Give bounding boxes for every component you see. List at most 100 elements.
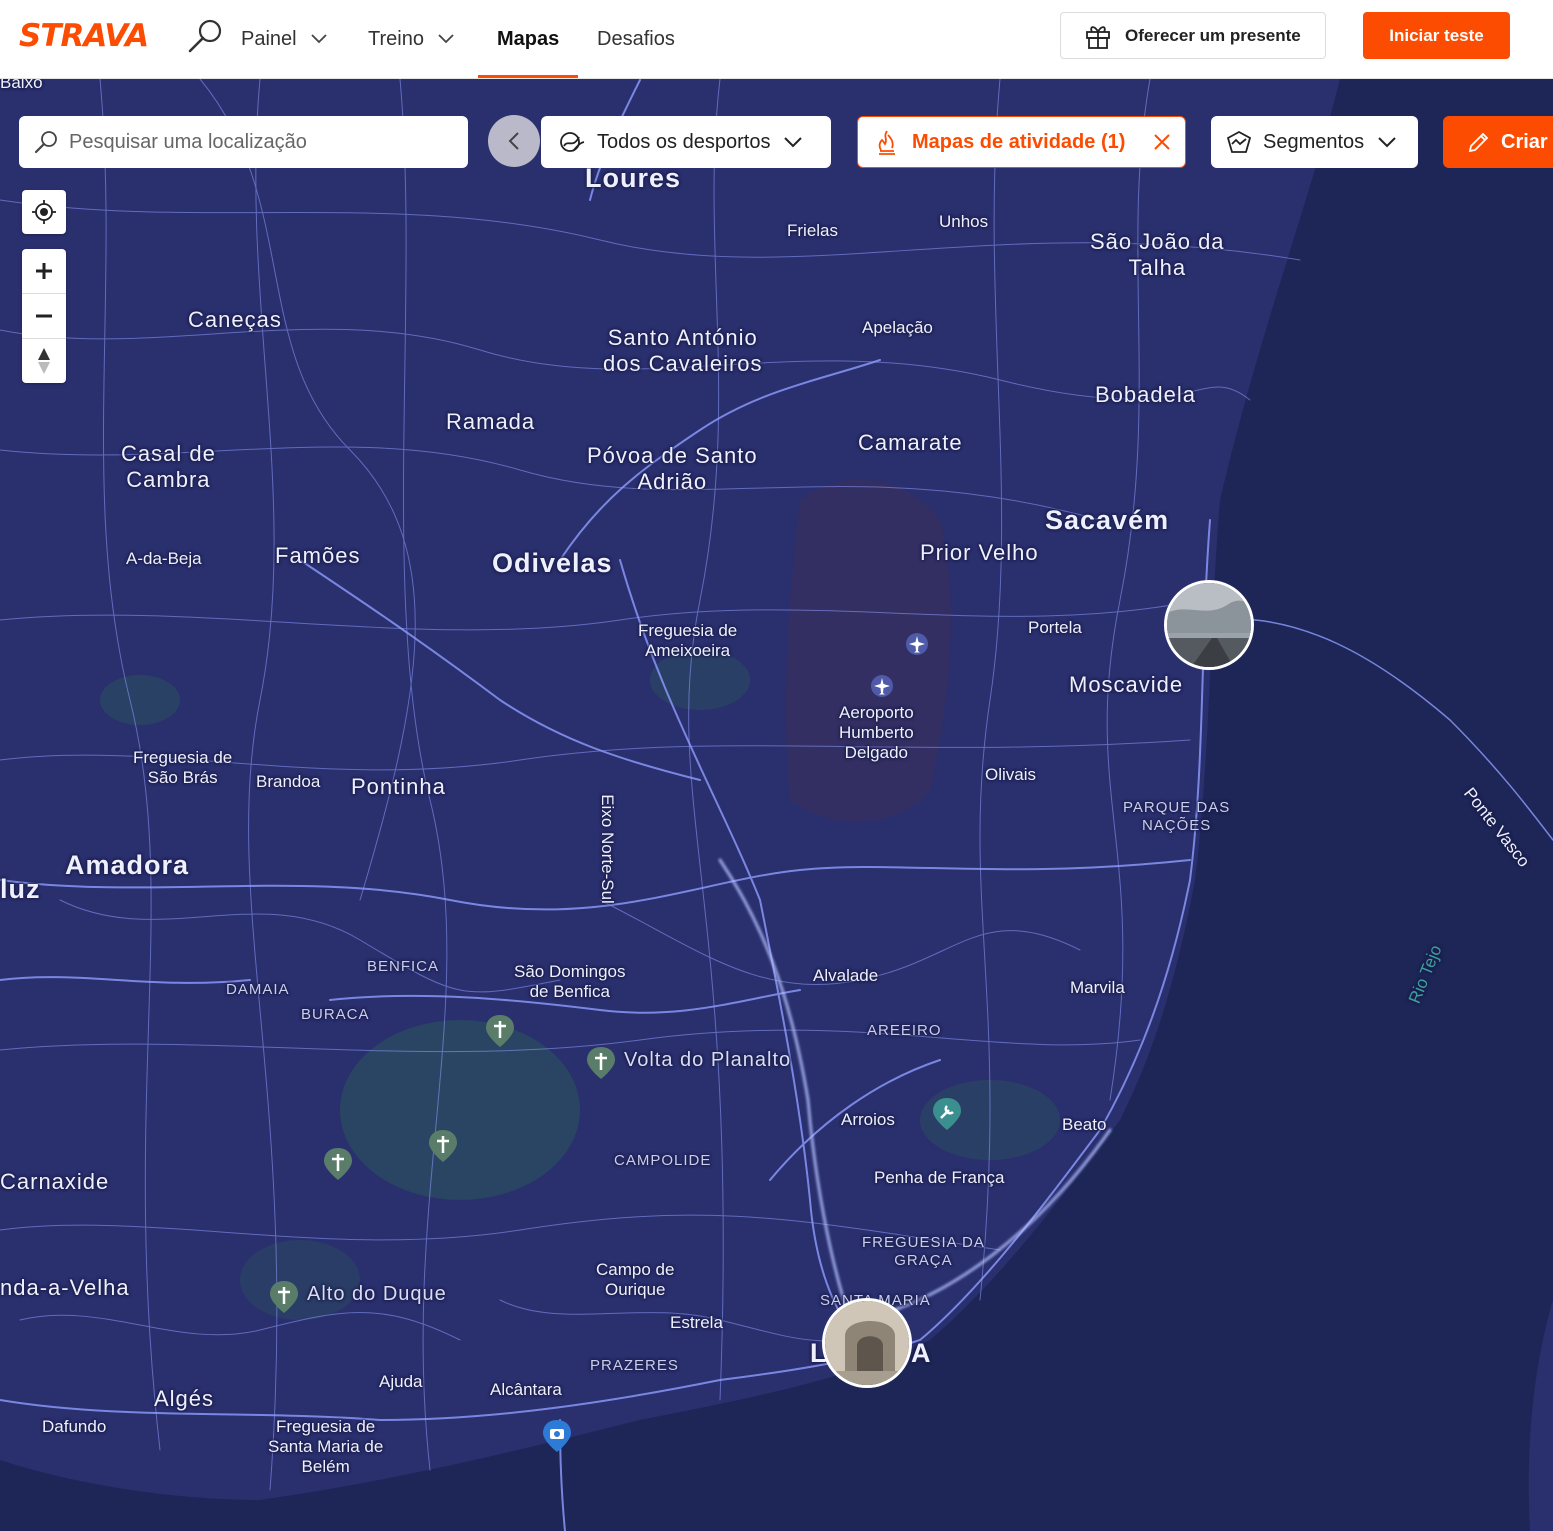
place-label: Penha de França [874, 1168, 1005, 1187]
sport-filter-dropdown[interactable]: Todos os desportos [541, 116, 831, 168]
place-label: Ramada [446, 409, 536, 434]
place-label: Famões [275, 543, 361, 568]
compass-icon [38, 348, 50, 374]
place-label: Dafundo [42, 1417, 107, 1436]
place-label: Ajuda [379, 1372, 423, 1391]
segments-icon [1226, 130, 1252, 153]
search-icon[interactable] [186, 17, 224, 55]
top-navigation-bar: STRAVA Painel Treino Mapas Desafios Ofer… [0, 0, 1553, 79]
zoom-out-button[interactable] [22, 293, 66, 338]
place-label: Alvalade [813, 966, 879, 985]
place-label: Aeroporto Humberto Delgado [839, 703, 914, 763]
place-label: A-da-Beja [126, 549, 202, 568]
chevron-left-icon [508, 132, 519, 150]
place-label: Arroios [841, 1110, 895, 1129]
pencil-icon [1468, 132, 1489, 153]
locate-button[interactable] [22, 190, 66, 234]
place-label: CAMPOLIDE [614, 1152, 712, 1169]
place-label: FREGUESIA DA GRAÇA [862, 1234, 985, 1269]
place-label: Freguesia de Santa Maria de Belém [268, 1417, 384, 1477]
place-label: Algés [154, 1386, 215, 1411]
strava-logo[interactable]: STRAVA [19, 18, 149, 54]
close-icon[interactable] [1153, 133, 1171, 151]
poi-label: Volta do Planalto [624, 1049, 792, 1071]
gift-button[interactable]: Oferecer um presente [1060, 12, 1326, 59]
compass-button[interactable] [22, 338, 66, 383]
plus-icon [36, 263, 52, 279]
place-label: Prior Velho [920, 540, 1039, 565]
heatmap-icon [878, 130, 895, 155]
place-label: PARQUE DAS NAÇÕES [1123, 799, 1231, 834]
zoom-controls [22, 249, 66, 383]
place-label: AREEIRO [867, 1022, 942, 1039]
airport-icon[interactable] [870, 674, 894, 698]
minus-icon [36, 314, 52, 318]
nav-treino[interactable]: Treino [368, 0, 454, 78]
chevron-down-icon [310, 34, 327, 44]
place-label: Pontinha [351, 774, 446, 799]
place-label: Baixo [0, 79, 43, 92]
poi-label: Alto do Duque [307, 1283, 447, 1305]
photo-marker[interactable] [1164, 580, 1254, 670]
place-label: Casal de Cambra [121, 441, 216, 492]
collapse-toolbar-button[interactable] [488, 115, 540, 167]
place-label: Póvoa de Santo Adrião [587, 443, 758, 494]
place-label: Beato [1062, 1115, 1107, 1134]
place-label: Apelação [862, 318, 933, 337]
place-label: Brandoa [256, 772, 321, 791]
place-label: Campo de Ourique [596, 1260, 675, 1300]
crosshair-icon [32, 200, 56, 224]
place-label: nda-a-Velha [0, 1275, 130, 1300]
place-label: luz [0, 874, 41, 904]
place-label: BENFICA [367, 958, 440, 975]
place-label: Sacavém [1045, 505, 1170, 535]
place-label: Odivelas [492, 548, 613, 578]
place-label: Bobadela [1095, 382, 1196, 407]
heatmap-filter-chip[interactable]: Mapas de atividade (1) [857, 116, 1186, 168]
park-pin-icon[interactable] [323, 1147, 353, 1181]
nav-painel[interactable]: Painel [241, 0, 327, 78]
place-label: Estrela [670, 1313, 723, 1332]
place-label: Freguesia de São Brás [133, 748, 233, 788]
place-label: Portela [1028, 618, 1082, 637]
place-label: PRAZERES [590, 1357, 679, 1374]
camera-pin-icon[interactable] [542, 1419, 572, 1453]
sports-icon [560, 132, 585, 152]
place-label: Alcântara [490, 1380, 562, 1399]
photo-marker[interactable] [822, 1298, 912, 1388]
locate-me-control[interactable] [22, 190, 66, 234]
create-route-button[interactable]: Criar [1443, 116, 1553, 168]
place-label: Carnaxide [0, 1169, 110, 1194]
place-label: São Domingos de Benfica [514, 962, 626, 1002]
zoom-in-button[interactable] [22, 249, 66, 293]
airport-icon[interactable] [905, 632, 929, 656]
nav-desafios[interactable]: Desafios [597, 0, 675, 78]
start-trial-button[interactable]: Iniciar teste [1363, 12, 1510, 59]
nav-mapas[interactable]: Mapas [477, 0, 579, 78]
park-pin-icon[interactable] [485, 1014, 515, 1048]
place-label: Camarate [858, 430, 963, 455]
place-label: São João da Talha [1090, 229, 1225, 280]
place-label: Freguesia de Ameixoeira [638, 621, 738, 661]
search-icon [34, 131, 57, 154]
place-label: Amadora [65, 850, 190, 880]
chevron-down-icon [784, 136, 803, 147]
park-pin-icon[interactable] [269, 1280, 299, 1314]
place-label: BURACA [301, 1006, 370, 1023]
repair-pin-icon[interactable] [932, 1097, 962, 1131]
place-label: Moscavide [1069, 672, 1184, 697]
place-label: Olivais [985, 765, 1037, 784]
chevron-down-icon [438, 34, 454, 44]
place-label: Caneças [188, 307, 282, 332]
place-label: Santo António dos Cavaleiros [603, 325, 763, 376]
place-label: Unhos [939, 212, 989, 231]
heatmap-map[interactable]: Baixo Loures Frielas Unhos São João da T… [0, 79, 1553, 1531]
segments-dropdown[interactable]: Segmentos [1211, 116, 1418, 168]
park-pin-icon[interactable] [428, 1129, 458, 1163]
gift-icon [1086, 25, 1110, 49]
place-label: Marvila [1070, 978, 1125, 997]
location-search-input[interactable]: Pesquisar uma localização [19, 116, 468, 168]
chevron-down-icon [1378, 136, 1396, 147]
park-pin-icon[interactable] [586, 1046, 616, 1080]
map-canvas[interactable] [0, 79, 1553, 1531]
